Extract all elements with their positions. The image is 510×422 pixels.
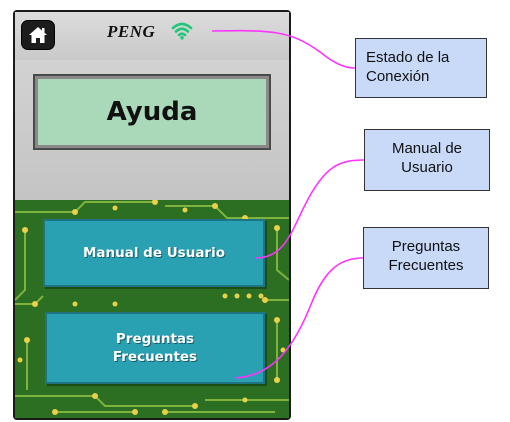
callout-line: Conexión [366,68,430,85]
callout-faq: Preguntas Frecuentes [363,227,489,289]
home-button[interactable] [21,20,55,50]
callout-line: Estado de la [366,49,450,66]
callout-line: Preguntas [391,238,461,255]
callout-connection-status: Estado de la Conexión [355,38,487,98]
phone-device: PENG Ayuda Manual de Usuario Preguntas F… [13,10,291,420]
faq-button[interactable]: Preguntas Frecuentes [45,312,265,384]
title-display: Ayuda [33,74,271,150]
callout-user-manual: Manual de Usuario [364,129,490,191]
user-manual-label: Manual de Usuario [82,245,225,261]
callout-line: Usuario [401,159,453,176]
brand-name: PENG [107,22,156,41]
faq-label: Preguntas Frecuentes [112,331,198,365]
status-bar: PENG [15,12,289,60]
callout-line: Frecuentes [388,257,464,274]
home-icon [29,27,47,43]
wifi-icon [171,22,193,40]
user-manual-button[interactable]: Manual de Usuario [43,219,265,287]
screen-header: Ayuda [15,60,289,200]
circuit-board-background: Manual de Usuario Preguntas Frecuentes [15,200,289,418]
callout-line: Manual de [391,140,463,157]
page-title: Ayuda [106,97,198,127]
